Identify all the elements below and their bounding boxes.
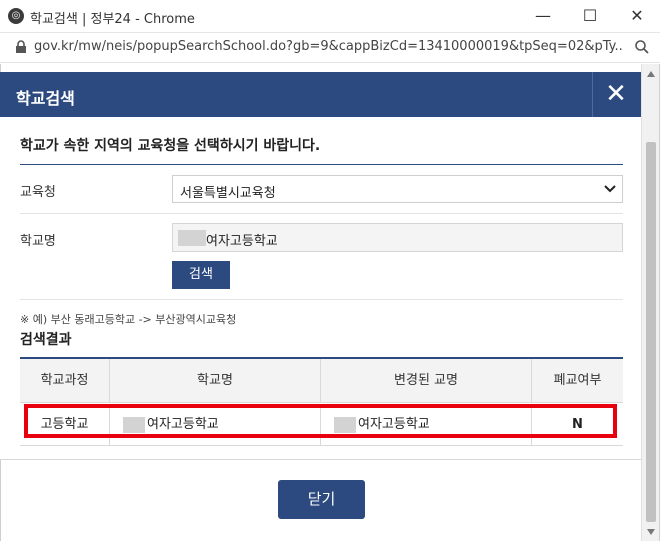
url-text[interactable]: gov.kr/mw/neis/popupSearchSchool.do?gb=9… <box>34 39 624 54</box>
instruction-text: 학교가 속한 지역의 교육청을 선택하시기 바랍니다. <box>20 138 321 154</box>
divider <box>20 299 623 300</box>
table-header: 학교과정 학교명 변경된 교명 폐교여부 <box>20 359 623 403</box>
minimize-button[interactable]: — <box>520 0 566 32</box>
window-title-bar: ◎ 학교검색 | 정부24 - Chrome — ☐ ✕ <box>0 0 660 33</box>
header-school-name: 학교명 <box>110 359 321 403</box>
close-button[interactable]: 닫기 <box>278 480 365 519</box>
divider <box>20 213 623 214</box>
school-label: 학교명 <box>20 234 56 249</box>
header-divider <box>592 72 593 117</box>
redacted-block <box>178 230 206 246</box>
header-changed-name: 변경된 교명 <box>321 359 532 403</box>
divider <box>20 164 623 165</box>
scroll-thumb[interactable] <box>646 142 656 522</box>
scroll-up-icon[interactable] <box>646 70 656 78</box>
popup-header: 학교검색 ✕ <box>0 72 641 117</box>
popup-title: 학교검색 <box>16 89 75 108</box>
chevron-down-icon <box>604 185 616 193</box>
header-closed: 폐교여부 <box>553 373 602 388</box>
globe-icon: ◎ <box>8 8 24 24</box>
close-icon[interactable]: ✕ <box>600 78 632 110</box>
results-title: 검색결과 <box>20 332 72 348</box>
office-select-value: 서울특별시교육청 <box>180 186 276 201</box>
magnifier-icon[interactable] <box>634 39 650 55</box>
header-course: 학교과정 <box>20 359 110 403</box>
scroll-down-icon[interactable] <box>646 528 656 536</box>
address-bar[interactable]: gov.kr/mw/neis/popupSearchSchool.do?gb=9… <box>0 33 660 63</box>
lock-icon[interactable] <box>14 40 28 54</box>
highlight-box <box>24 404 617 438</box>
office-select[interactable]: 서울특별시교육청 <box>172 175 623 203</box>
maximize-button[interactable]: ☐ <box>567 0 613 32</box>
school-name-value: 여자고등학교 <box>206 234 278 249</box>
search-button[interactable]: 검색 <box>172 261 230 289</box>
window-title: 학교검색 | 정부24 - Chrome <box>30 12 195 27</box>
school-name-input[interactable]: 여자고등학교 <box>172 223 623 252</box>
office-label: 교육청 <box>20 185 56 200</box>
scrollbar[interactable] <box>641 64 659 541</box>
example-text: ※ 예) 부산 동래고등학교 -> 부산광역시교육청 <box>20 313 237 326</box>
window-close-button[interactable]: ✕ <box>614 0 660 32</box>
